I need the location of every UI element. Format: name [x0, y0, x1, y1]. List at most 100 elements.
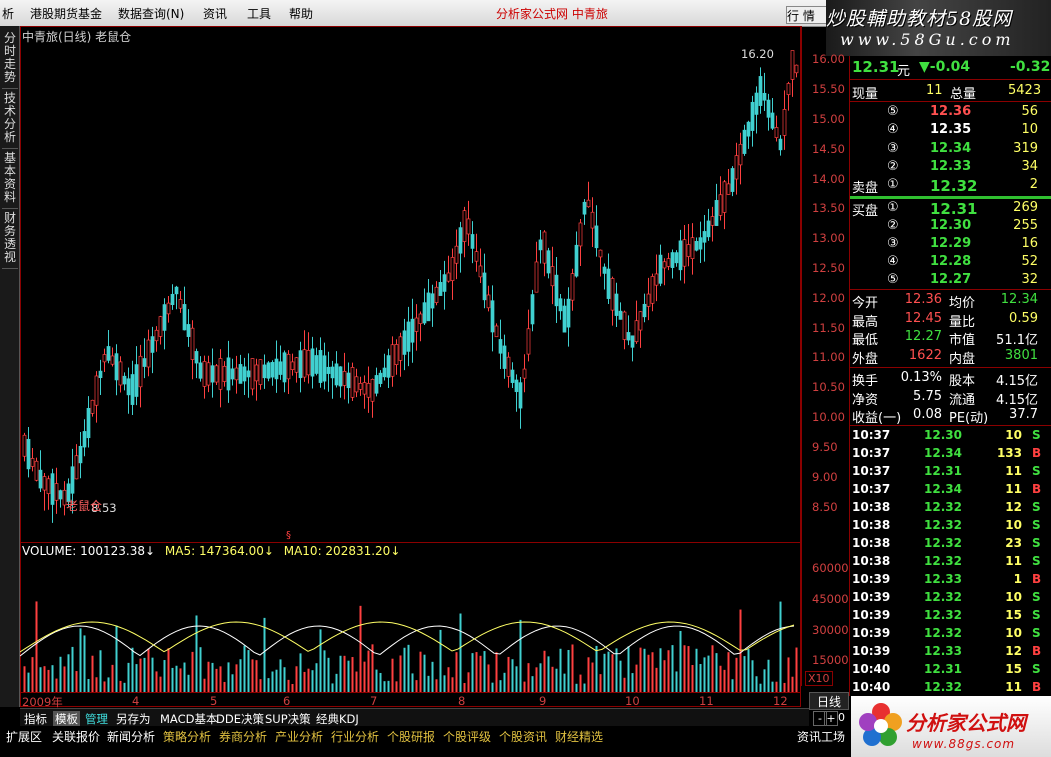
candle-body [682, 239, 687, 267]
tab-manage[interactable]: 管理 [85, 711, 108, 727]
func-industry-chain[interactable]: 产业分析 [275, 728, 323, 745]
candle-body [510, 369, 515, 383]
stat-value: 0.59 [1009, 310, 1038, 326]
func-sector[interactable]: 行业分析 [331, 728, 379, 745]
func-strategy[interactable]: 策略分析 [163, 728, 211, 745]
volume-bar [167, 648, 170, 692]
volume-bar [447, 667, 450, 692]
candle-body [794, 64, 799, 74]
tab-fundamental[interactable]: 基本资料 [2, 152, 18, 209]
stat-label: 今开 [852, 296, 879, 311]
func-stock-news[interactable]: 个股资讯 [499, 728, 547, 745]
candle-body [50, 473, 55, 505]
func-rating[interactable]: 个股评级 [443, 728, 491, 745]
candle-body [378, 372, 383, 384]
volume-bar [435, 679, 438, 692]
func-related-quote[interactable]: 关联报价 [52, 728, 100, 745]
func-info-workshop[interactable]: 资讯工场 [797, 728, 845, 745]
tab-sup[interactable]: SUP决策 [265, 711, 311, 727]
volume-bar [163, 660, 166, 692]
volume-bar [495, 652, 498, 692]
price-unit: 元 [897, 64, 911, 79]
stat-value: 0.13% [900, 370, 942, 385]
func-broker[interactable]: 券商分析 [219, 728, 267, 745]
change-percent: -0.32 [1010, 59, 1051, 75]
candle-body [642, 303, 647, 318]
volume-bar [287, 679, 290, 692]
tab-save-as[interactable]: 另存为 [116, 711, 151, 727]
price-tick: 8.50 [812, 500, 838, 514]
volume-bar [631, 673, 634, 692]
tab-technical[interactable]: 技术分析 [2, 92, 18, 149]
volume-value: VOLUME: 100123.38 [22, 544, 145, 558]
tab-macd[interactable]: MACD基本 [160, 711, 217, 727]
tab-kdj[interactable]: 经典KDJ [316, 711, 359, 727]
volume-bar [203, 678, 206, 692]
volume-bar [675, 671, 678, 692]
tab-dde[interactable]: DDE决策 [216, 711, 264, 727]
tick-volume: 15 [1005, 608, 1022, 622]
date-tick: 11 [699, 694, 714, 708]
candle-body [234, 367, 239, 381]
menu-news[interactable]: 资讯 [203, 5, 227, 22]
menu-help[interactable]: 帮助 [289, 5, 313, 22]
volume-bar [291, 683, 294, 692]
volume-bar [463, 683, 466, 692]
menu-analysis[interactable]: 析 [2, 5, 14, 22]
volume-bar [663, 660, 666, 692]
tab-intraday[interactable]: 分时走势 [2, 32, 18, 89]
volume-bar [43, 666, 46, 692]
volume-bar [739, 609, 742, 692]
zoom-in-button[interactable]: + [824, 711, 838, 726]
stat-label: PE(动) [949, 411, 989, 426]
tab-template[interactable]: 模板 [53, 711, 80, 727]
func-extension[interactable]: 扩展区 [6, 728, 42, 745]
volume-bar [259, 679, 262, 692]
price-tick: 14.50 [812, 142, 845, 156]
candle-body [734, 155, 739, 180]
tick-price: 12.32 [924, 626, 962, 640]
volume-bar [295, 666, 298, 692]
candle-body [478, 265, 483, 278]
func-finance-select[interactable]: 财经精选 [555, 728, 603, 745]
ask-level: ① [887, 177, 899, 193]
func-research[interactable]: 个股研报 [387, 728, 435, 745]
ma10-value: MA10: 202831.20 [283, 544, 391, 558]
tab-financial[interactable]: 财务透视 [2, 212, 18, 269]
candle-body [58, 490, 63, 500]
candle-body [30, 458, 35, 467]
volume-bar [611, 654, 614, 692]
tick-time: 10:38 [852, 554, 891, 568]
volume-bar [275, 669, 278, 692]
volume-bar [491, 682, 494, 692]
candle-body [382, 367, 387, 378]
func-news-analysis[interactable]: 新闻分析 [107, 728, 155, 745]
candle-body [206, 362, 211, 386]
menu-tools[interactable]: 工具 [247, 5, 271, 22]
tab-indicator[interactable]: 指标 [24, 711, 47, 727]
menu-data-query[interactable]: 数据查询(N) [118, 5, 184, 22]
bid-level: ③ [887, 236, 899, 251]
stat-value: 5.75 [913, 388, 942, 404]
bid-price: 12.27 [930, 272, 972, 287]
tick-price: 12.33 [924, 572, 962, 586]
volume-bar [715, 653, 718, 692]
volume-bar [403, 647, 406, 692]
volume-bar [707, 655, 710, 692]
tick-volume: 133 [996, 446, 1022, 460]
quote-button[interactable]: 行 情 [786, 6, 828, 24]
tick-volume: 12 [1005, 644, 1022, 658]
volume-bar [751, 660, 754, 692]
volume-bar [179, 668, 182, 692]
tick-volume: 11 [1005, 554, 1022, 568]
candle-body [318, 350, 323, 383]
ask-volume: 2 [1029, 177, 1038, 193]
volume-bar [711, 645, 714, 692]
menu-hk-futures[interactable]: 港股期货基金 [30, 5, 102, 22]
candle-body [170, 293, 175, 306]
period-selector[interactable]: 日线 [809, 692, 849, 710]
volume-bar [51, 665, 54, 692]
volume-bar [551, 666, 554, 692]
volume-bar [303, 671, 306, 692]
volume-bar [667, 650, 670, 692]
